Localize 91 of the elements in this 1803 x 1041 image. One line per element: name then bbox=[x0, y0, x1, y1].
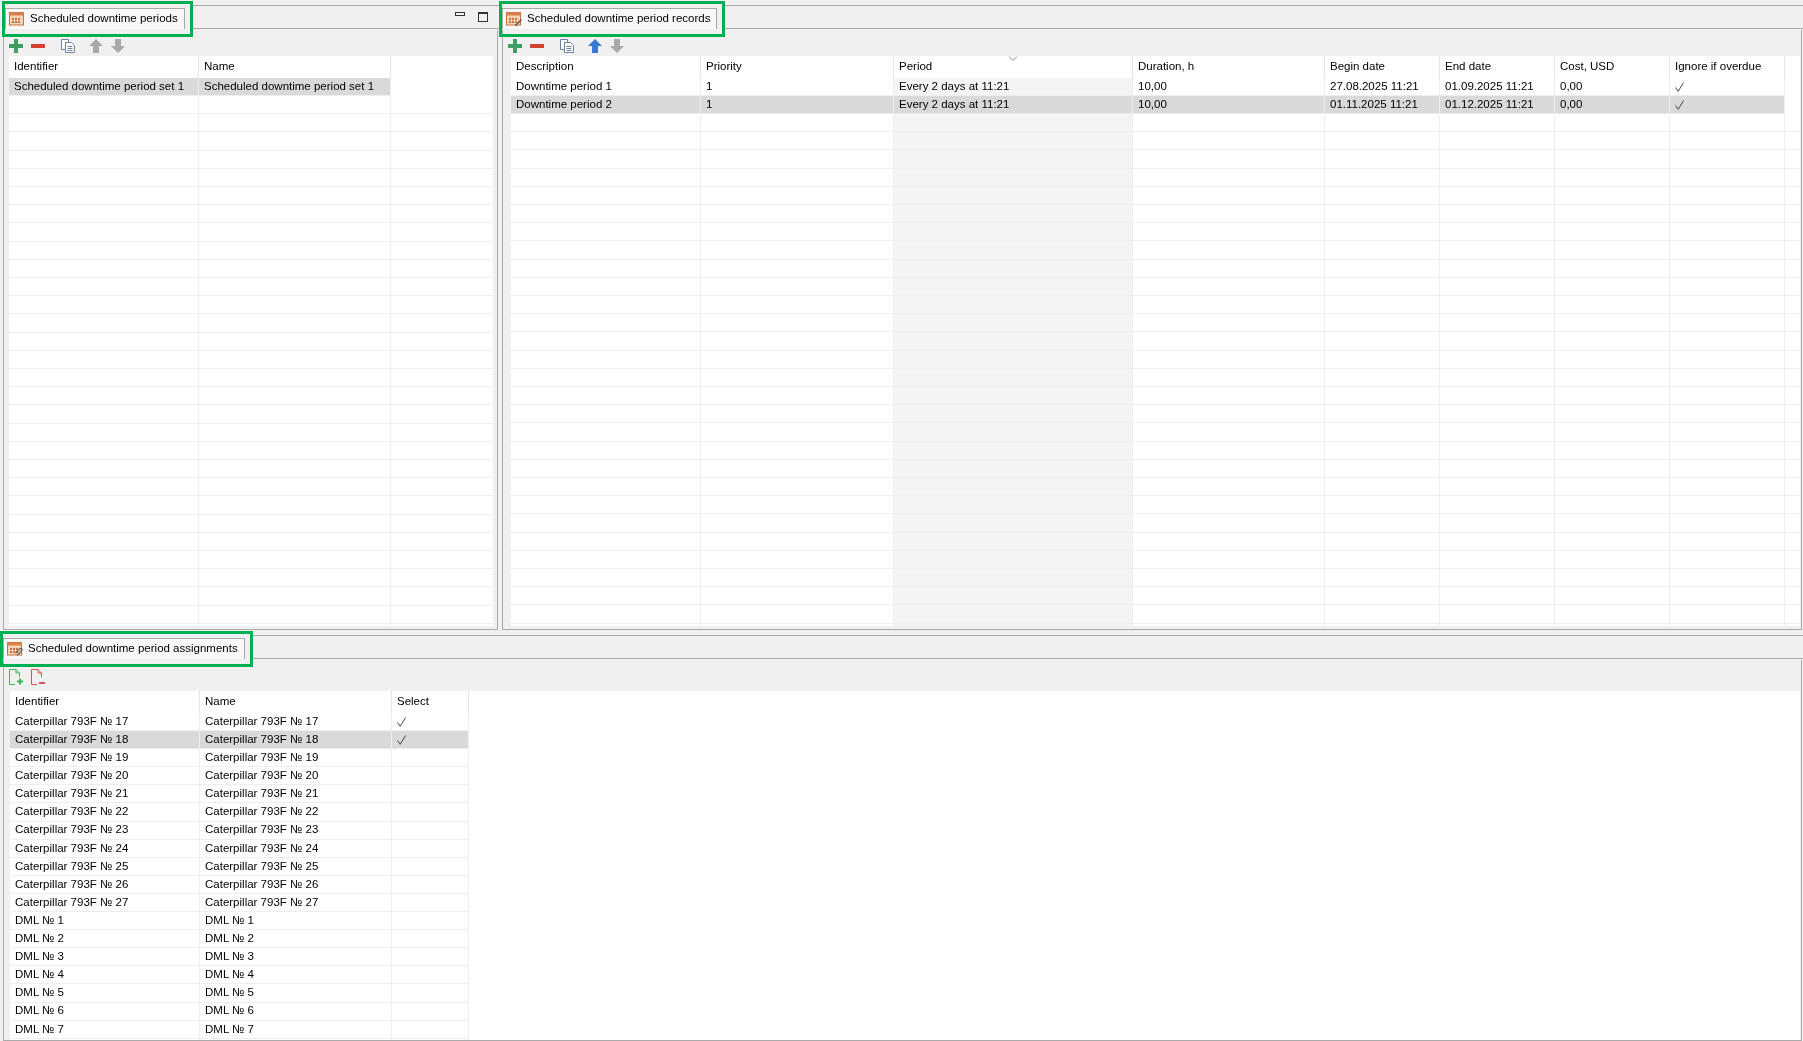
document-minus-icon bbox=[31, 668, 45, 685]
minimize-icon[interactable] bbox=[455, 12, 465, 16]
table-cell: Caterpillar 793F № 19 bbox=[200, 749, 392, 768]
table-row[interactable]: Caterpillar 793F № 24 Caterpillar 793F № 24 bbox=[10, 839, 469, 858]
table-cell: DML № 3 bbox=[200, 948, 392, 967]
table-cell: Caterpillar 793F № 24 bbox=[10, 839, 200, 858]
tab[interactable]: Scheduled downtime period records bbox=[502, 8, 718, 29]
table-cell: DML № 1 bbox=[200, 912, 392, 931]
table-cell: Caterpillar 793F № 19 bbox=[10, 749, 200, 768]
arrow-up-icon bbox=[89, 38, 103, 53]
table-row[interactable]: DML № 5 DML № 5 bbox=[10, 984, 469, 1003]
column-header[interactable]: Cost, USD bbox=[1555, 56, 1670, 78]
table-row[interactable]: DML № 7 DML № 7 bbox=[10, 1020, 469, 1039]
copy-button[interactable] bbox=[557, 38, 577, 53]
arrow-down-icon bbox=[610, 38, 624, 53]
table-row[interactable]: Caterpillar 793F № 18 Caterpillar 793F № 18 bbox=[10, 731, 469, 750]
tab[interactable]: Scheduled downtime periods bbox=[5, 8, 185, 29]
table-cell: Caterpillar 793F № 23 bbox=[200, 821, 392, 840]
table-cell: Caterpillar 793F № 25 bbox=[200, 857, 392, 876]
arrow-down-icon bbox=[111, 38, 125, 53]
table-cell: Caterpillar 793F № 27 bbox=[10, 893, 200, 913]
table-row[interactable]: Downtime period 2 1 Every 2 days at 11:21 10,00 01.11.2025 11:21 01.12.2025 11:21 0,00 bbox=[511, 96, 1785, 115]
table-cell: Caterpillar 793F № 26 bbox=[200, 875, 392, 894]
table-cell: Caterpillar 793F № 21 bbox=[10, 785, 200, 804]
table-cell: DML № 2 bbox=[200, 930, 392, 949]
calendar-icon bbox=[9, 12, 25, 26]
table-cell: DML № 7 bbox=[200, 1020, 392, 1039]
calendar-pencil-icon bbox=[506, 12, 522, 26]
column-header[interactable]: Ignore if overdue bbox=[1670, 56, 1785, 78]
table-row[interactable]: Caterpillar 793F № 26 Caterpillar 793F № 26 bbox=[10, 875, 469, 894]
column-header[interactable]: Duration, h bbox=[1133, 56, 1325, 78]
column-header[interactable]: Description bbox=[511, 56, 701, 78]
table-cell: Caterpillar 793F № 18 bbox=[200, 731, 392, 750]
table-cell: DML № 2 bbox=[10, 930, 200, 949]
table-cell: Caterpillar 793F № 24 bbox=[200, 839, 392, 858]
table-cell: DML № 7 bbox=[10, 1020, 200, 1039]
table-cell: DML № 5 bbox=[200, 984, 392, 1003]
table-cell: Caterpillar 793F № 26 bbox=[10, 875, 200, 894]
table-row[interactable]: Scheduled downtime period set 1 Scheduled downtime period set 1 bbox=[9, 78, 391, 97]
table-row[interactable]: DML № 4 DML № 4 bbox=[10, 966, 469, 985]
calendar-clip-icon bbox=[7, 642, 23, 656]
table-cell: Caterpillar 793F № 21 bbox=[200, 785, 392, 804]
table-cell: Caterpillar 793F № 23 bbox=[10, 821, 200, 840]
column-header[interactable]: Select bbox=[392, 691, 469, 713]
add-document-button[interactable] bbox=[6, 668, 26, 685]
minus-icon bbox=[31, 43, 45, 48]
table-row[interactable]: Caterpillar 793F № 25 Caterpillar 793F № 25 bbox=[10, 857, 469, 876]
copy-icon bbox=[61, 38, 75, 53]
table-row[interactable]: Caterpillar 793F № 19 Caterpillar 793F № 19 bbox=[10, 749, 469, 768]
table-cell: Caterpillar 793F № 27 bbox=[200, 893, 392, 913]
table-cell: DML № 6 bbox=[200, 1002, 392, 1021]
table-row[interactable]: Caterpillar 793F № 22 Caterpillar 793F № 22 bbox=[10, 803, 469, 822]
table-row[interactable]: Caterpillar 793F № 20 Caterpillar 793F № 20 bbox=[10, 767, 469, 786]
add-button[interactable] bbox=[505, 38, 525, 53]
table-cell: DML № 4 bbox=[10, 966, 200, 985]
document-plus-icon bbox=[9, 668, 23, 685]
table-row[interactable]: DML № 1 DML № 1 bbox=[10, 912, 469, 931]
table-cell: Every 2 days at 11:21 bbox=[894, 78, 1133, 97]
table-cell: Caterpillar 793F № 18 bbox=[10, 731, 200, 750]
add-button[interactable] bbox=[6, 38, 26, 53]
table-cell: Caterpillar 793F № 25 bbox=[10, 857, 200, 876]
column-header[interactable]: Identifier bbox=[10, 691, 200, 713]
table-cell: Caterpillar 793F № 20 bbox=[10, 767, 200, 786]
table-row[interactable]: DML № 2 DML № 2 bbox=[10, 930, 469, 949]
table-cell: Caterpillar 793F № 20 bbox=[200, 767, 392, 786]
table-cell: DML № 6 bbox=[10, 1002, 200, 1021]
column-header[interactable]: Priority bbox=[701, 56, 894, 78]
table-row[interactable]: DML № 3 DML № 3 bbox=[10, 948, 469, 967]
table-cell: Caterpillar 793F № 22 bbox=[200, 803, 392, 822]
table-cell: DML № 5 bbox=[10, 984, 200, 1003]
chevron-down-icon bbox=[1008, 56, 1018, 61]
table-cell: Caterpillar 793F № 22 bbox=[10, 803, 200, 822]
tab[interactable]: Scheduled downtime period assignments bbox=[3, 638, 245, 659]
table-row[interactable]: Caterpillar 793F № 23 Caterpillar 793F № 23 bbox=[10, 821, 469, 840]
column-header[interactable]: Begin date bbox=[1325, 56, 1440, 78]
remove-document-button[interactable] bbox=[28, 668, 48, 685]
column-header[interactable]: Name bbox=[200, 691, 392, 713]
table-row[interactable]: Caterpillar 793F № 27 Caterpillar 793F № 27 bbox=[10, 893, 469, 913]
copy-button[interactable] bbox=[58, 38, 78, 53]
minus-icon bbox=[530, 43, 544, 48]
plus-icon bbox=[508, 38, 522, 53]
table-cell: DML № 1 bbox=[10, 912, 200, 931]
plus-icon bbox=[9, 38, 23, 53]
table-cell: DML № 3 bbox=[10, 948, 200, 967]
table-row[interactable]: Caterpillar 793F № 21 Caterpillar 793F № 21 bbox=[10, 785, 469, 804]
arrow-up-icon bbox=[588, 38, 602, 53]
table-row[interactable]: DML № 6 DML № 6 bbox=[10, 1002, 469, 1021]
copy-icon bbox=[560, 38, 574, 53]
table-cell: DML № 4 bbox=[200, 966, 392, 985]
column-header[interactable]: End date bbox=[1440, 56, 1555, 78]
maximize-icon[interactable] bbox=[478, 12, 488, 22]
